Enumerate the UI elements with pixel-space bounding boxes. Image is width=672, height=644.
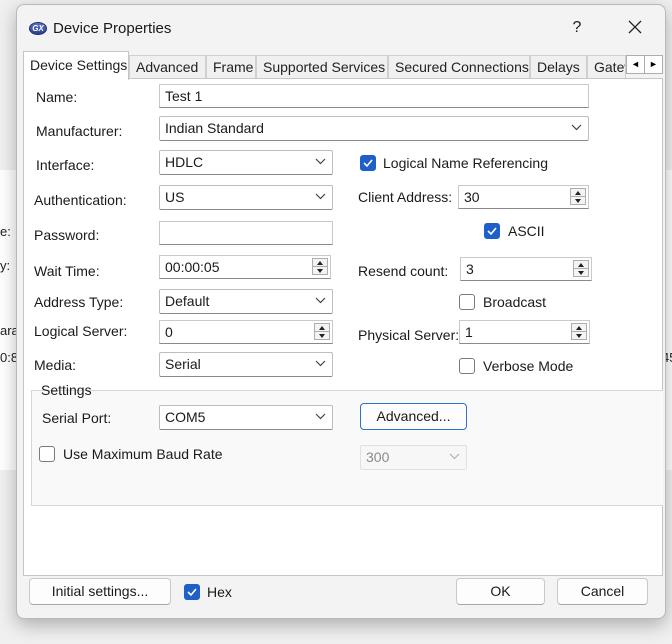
tab-scroll-right-button[interactable]: ►: [644, 55, 663, 74]
hex-label: Hex: [207, 584, 232, 600]
serial-port-select[interactable]: COM5: [159, 405, 333, 430]
serial-port-value: COM5: [165, 409, 206, 425]
address-type-select[interactable]: Default: [159, 289, 333, 314]
name-label: Name:: [36, 89, 78, 105]
resend-count-label: Resend count:: [358, 263, 449, 279]
window-title: Device Properties: [53, 20, 172, 37]
physical-server-spinner[interactable]: [571, 323, 587, 341]
wait-time-value: 00:00:05: [165, 259, 220, 275]
chevron-down-icon: [449, 453, 460, 460]
password-label: Password:: [34, 227, 100, 243]
media-value: Serial: [165, 356, 201, 372]
spin-down-icon[interactable]: [573, 268, 589, 277]
checkmark-icon: [187, 588, 197, 597]
initial-settings-button[interactable]: Initial settings...: [29, 578, 171, 605]
physical-server-label: Physical Server:: [358, 327, 460, 343]
hex-checkbox[interactable]: [184, 584, 200, 600]
tab-device-settings[interactable]: Device Settings: [23, 51, 129, 80]
tab-bar: Device Settings Advanced Frame Supported…: [23, 51, 663, 80]
spin-down-icon[interactable]: [570, 196, 586, 205]
address-type-value: Default: [165, 293, 210, 309]
verbose-mode-checkbox[interactable]: [459, 358, 475, 374]
spin-down-icon[interactable]: [312, 266, 328, 275]
physical-server-input[interactable]: 1: [459, 320, 590, 344]
wait-time-spinner[interactable]: [312, 258, 328, 276]
device-properties-dialog: GX Device Properties ? Device Settings A…: [16, 4, 666, 619]
baud-rate-value: 300: [366, 449, 390, 465]
resend-count-value: 3: [466, 261, 474, 277]
tab-frame[interactable]: Frame: [206, 55, 256, 79]
name-input[interactable]: Test 1: [159, 84, 589, 108]
title-bar: GX Device Properties ?: [17, 5, 665, 51]
chevron-down-icon: [315, 360, 326, 367]
authentication-value: US: [165, 189, 185, 205]
use-maximum-baud-rate-checkbox[interactable]: [39, 446, 55, 462]
use-maximum-baud-rate-label: Use Maximum Baud Rate: [63, 446, 223, 462]
chevron-down-icon: [315, 413, 326, 420]
checkmark-icon: [487, 227, 497, 236]
interface-label: Interface:: [36, 157, 95, 173]
background-text: y:: [0, 258, 11, 273]
authentication-select[interactable]: US: [159, 185, 333, 210]
tab-supported-services[interactable]: Supported Services: [256, 55, 388, 79]
verbose-mode-label: Verbose Mode: [483, 358, 574, 374]
chevron-down-icon: [315, 158, 326, 165]
manufacturer-select[interactable]: Indian Standard: [159, 116, 589, 141]
client-address-label: Client Address:: [358, 189, 453, 205]
tab-secured-connections[interactable]: Secured Connections: [388, 55, 530, 79]
interface-value: HDLC: [165, 154, 204, 170]
spin-down-icon[interactable]: [571, 331, 587, 340]
close-button[interactable]: [615, 15, 655, 41]
logical-server-input[interactable]: 0: [159, 320, 333, 344]
help-button[interactable]: ?: [565, 15, 589, 41]
client-address-value: 30: [464, 189, 480, 205]
settings-group-title: Settings: [41, 382, 92, 398]
chevron-down-icon: [571, 124, 582, 131]
media-select[interactable]: Serial: [159, 352, 333, 377]
tab-scroll-left-button[interactable]: ◄: [626, 55, 645, 74]
logical-server-label: Logical Server:: [34, 323, 128, 339]
ascii-label: ASCII: [508, 223, 545, 239]
resend-count-spinner[interactable]: [573, 260, 589, 278]
interface-select[interactable]: HDLC: [159, 150, 333, 175]
address-type-label: Address Type:: [34, 294, 124, 310]
chevron-down-icon: [315, 297, 326, 304]
manufacturer-value: Indian Standard: [165, 120, 264, 136]
authentication-label: Authentication:: [34, 192, 127, 208]
app-logo-icon: GX: [29, 22, 47, 35]
logical-name-referencing-label: Logical Name Referencing: [383, 155, 548, 171]
manufacturer-label: Manufacturer:: [36, 123, 123, 139]
logical-server-value: 0: [165, 324, 173, 340]
chevron-down-icon: [315, 193, 326, 200]
logical-server-spinner[interactable]: [314, 323, 330, 341]
resend-count-input[interactable]: 3: [460, 257, 592, 281]
close-icon: [628, 20, 642, 34]
baud-rate-select[interactable]: 300: [360, 445, 467, 470]
background-text: e:: [0, 224, 11, 239]
tab-delays[interactable]: Delays: [530, 55, 587, 79]
physical-server-value: 1: [465, 324, 473, 340]
wait-time-label: Wait Time:: [34, 263, 100, 279]
advanced-button[interactable]: Advanced...: [360, 403, 467, 430]
client-address-spinner[interactable]: [570, 188, 586, 206]
wait-time-input[interactable]: 00:00:05: [159, 255, 331, 279]
tab-gateway[interactable]: Gatew: [587, 55, 626, 79]
broadcast-checkbox[interactable]: [459, 294, 475, 310]
checkmark-icon: [363, 159, 373, 168]
ok-button[interactable]: OK: [456, 578, 545, 605]
broadcast-label: Broadcast: [483, 294, 547, 310]
client-address-input[interactable]: 30: [458, 185, 589, 209]
spin-down-icon[interactable]: [314, 331, 330, 340]
tab-advanced[interactable]: Advanced: [129, 55, 206, 79]
cancel-button[interactable]: Cancel: [557, 578, 648, 605]
password-input[interactable]: [159, 221, 333, 245]
media-label: Media:: [34, 357, 77, 373]
serial-port-label: Serial Port:: [42, 410, 112, 426]
ascii-checkbox[interactable]: [484, 223, 500, 239]
logical-name-referencing-checkbox[interactable]: [360, 155, 376, 171]
